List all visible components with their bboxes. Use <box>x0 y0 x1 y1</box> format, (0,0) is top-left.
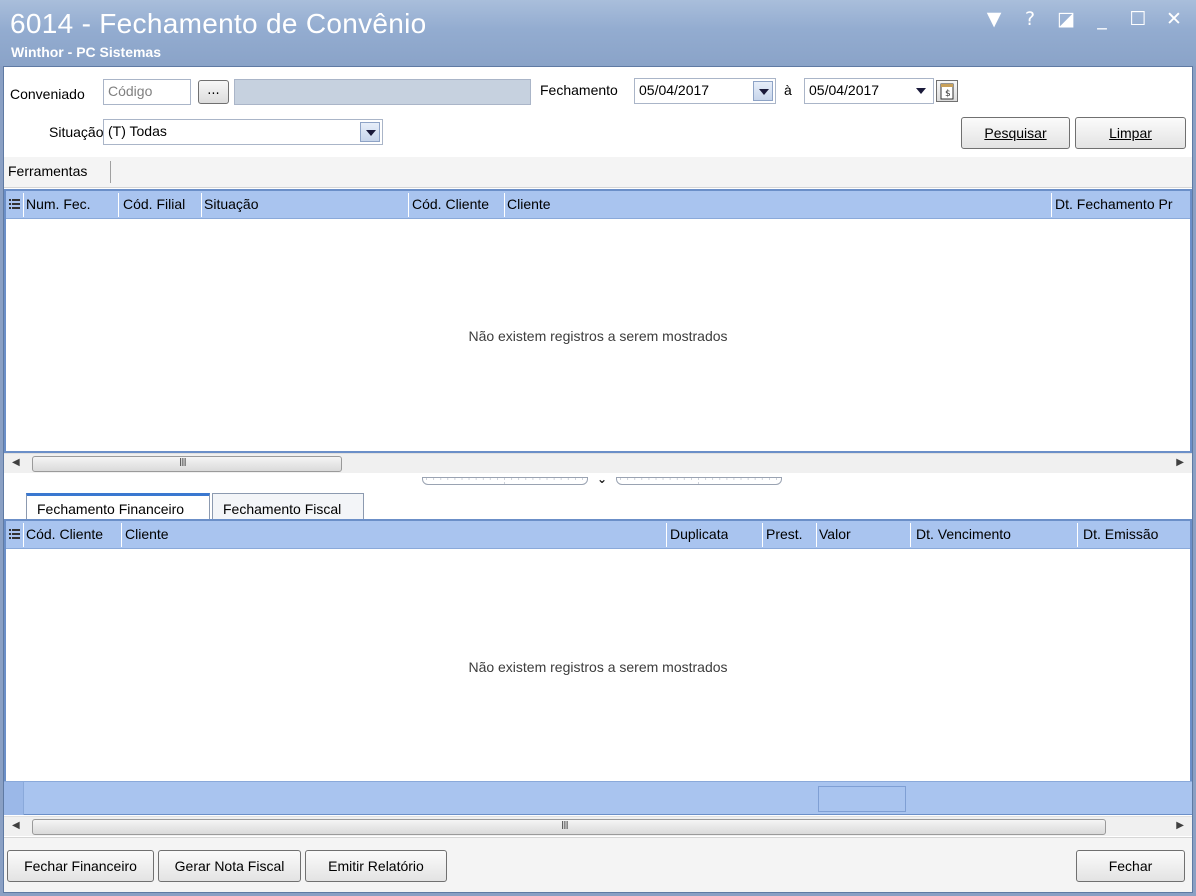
emitir-relatorio-button[interactable]: Emitir Relatório <box>305 850 447 882</box>
ferramentas-menu[interactable]: Ferramentas <box>8 163 87 179</box>
minimize-icon[interactable]: _ <box>1092 8 1112 30</box>
situacao-label: Situação <box>49 124 104 140</box>
splitter-grip-right: · · · · · · · · · · · · · · · · · · · · … <box>616 477 782 485</box>
summary-row <box>4 781 1192 815</box>
pesquisar-button[interactable]: Pesquisar <box>961 117 1070 149</box>
col-prest[interactable]: Prest. <box>766 526 803 542</box>
financeiro-grid-header: Cód. Cliente Cliente Duplicata Prest. Va… <box>6 521 1190 549</box>
top-horizontal-scrollbar[interactable]: ◀ III ▶ <box>4 453 1192 473</box>
limpar-button[interactable]: Limpar <box>1075 117 1186 149</box>
date-from-value: 05/04/2017 <box>639 82 710 98</box>
codigo-input[interactable]: Código <box>103 79 191 105</box>
column-chooser-icon[interactable] <box>9 198 20 211</box>
col-num-fec[interactable]: Num. Fec. <box>26 196 91 212</box>
conveniado-name-field <box>234 79 531 105</box>
limpar-label: Limpar <box>1109 125 1152 141</box>
fechar-financeiro-button[interactable]: Fechar Financeiro <box>7 850 154 882</box>
scroll-right-icon[interactable]: ▶ <box>1176 457 1184 468</box>
fechamento-label: Fechamento <box>540 82 618 98</box>
splitter-grip-left: · · · · · · · · · · · · · · · · · · · · … <box>422 477 588 485</box>
fechamentos-grid-header: Num. Fec. Cód. Filial Situação Cód. Clie… <box>6 191 1190 219</box>
bottom-horizontal-scrollbar[interactable]: ◀ III ▶ <box>4 816 1192 836</box>
col-dt-fechamento[interactable]: Dt. Fechamento Pr <box>1055 196 1190 212</box>
conveniado-label: Conveniado <box>10 86 85 102</box>
chevron-down-icon[interactable]: ⌄ <box>597 472 607 486</box>
summary-indicator-cell <box>4 782 24 815</box>
fechar-button[interactable]: Fechar <box>1076 850 1185 882</box>
date-from-picker[interactable]: 05/04/2017 <box>634 78 776 104</box>
svg-text:$: $ <box>945 89 951 99</box>
column-chooser-icon[interactable] <box>9 528 20 541</box>
client-area: Conveniado Código ... Fechamento 05/04/2… <box>3 66 1193 893</box>
window-title: 6014 - Fechamento de Convênio <box>10 8 427 39</box>
col-duplicata[interactable]: Duplicata <box>670 526 728 542</box>
menu-dropdown-icon[interactable]: ▼ <box>984 8 1004 30</box>
maximize-icon[interactable]: ☐ <box>1128 8 1148 30</box>
scroll-thumb[interactable]: III <box>32 456 342 472</box>
fechar-label: Fechar <box>1108 858 1153 874</box>
date-to-dropdown-icon[interactable] <box>911 81 931 101</box>
date-separator: à <box>784 82 792 98</box>
col-cliente[interactable]: Cliente <box>507 196 551 212</box>
tab-strip: Fechamento Financeiro Fechamento Fiscal <box>4 487 1192 521</box>
scroll-grip: III <box>179 456 187 469</box>
fechar-financeiro-label: Fechar Financeiro <box>24 858 137 874</box>
financeiro-grid[interactable]: Cód. Cliente Cliente Duplicata Prest. Va… <box>4 519 1192 815</box>
col-cod-cliente[interactable]: Cód. Cliente <box>412 196 489 212</box>
tool-strip: Ferramentas <box>4 157 1192 188</box>
situacao-value: (T) Todas <box>108 123 167 139</box>
fechamentos-grid[interactable]: Num. Fec. Cód. Filial Situação Cód. Clie… <box>4 189 1192 453</box>
scroll-left-icon[interactable]: ◀ <box>12 457 20 468</box>
close-icon[interactable]: ✕ <box>1164 8 1184 30</box>
toolbar-divider <box>110 161 111 183</box>
col-valor[interactable]: Valor <box>819 526 851 542</box>
situacao-dropdown-icon[interactable] <box>360 122 380 142</box>
tab-fechamento-fiscal[interactable]: Fechamento Fiscal <box>212 493 364 521</box>
date-from-dropdown-icon[interactable] <box>753 81 773 101</box>
date-to-value: 05/04/2017 <box>809 82 880 98</box>
scroll-thumb[interactable]: III <box>32 819 1106 835</box>
scroll-left-icon[interactable]: ◀ <box>12 820 20 831</box>
col-cod-cliente[interactable]: Cód. Cliente <box>26 526 103 542</box>
tab-fechamento-financeiro[interactable]: Fechamento Financeiro <box>26 493 210 521</box>
emitir-relatorio-label: Emitir Relatório <box>328 858 424 874</box>
calendar-icon[interactable]: $ <box>936 80 958 102</box>
action-bar: Fechar Financeiro Gerar Nota Fiscal Emit… <box>4 837 1192 892</box>
empty-message: Não existem registros a serem mostrados <box>468 659 728 675</box>
restore-icon[interactable]: ◪ <box>1056 8 1076 30</box>
empty-message: Não existem registros a serem mostrados <box>468 328 728 344</box>
col-cliente[interactable]: Cliente <box>125 526 169 542</box>
summary-valor-cell <box>818 786 906 812</box>
col-dt-vencimento[interactable]: Dt. Vencimento <box>916 526 1011 542</box>
app-window: 6014 - Fechamento de Convênio Winthor - … <box>0 0 1196 896</box>
gerar-nota-fiscal-button[interactable]: Gerar Nota Fiscal <box>158 850 301 882</box>
scroll-grip: III <box>561 819 569 832</box>
window-subtitle: Winthor - PC Sistemas <box>11 44 162 60</box>
window-controls: ▼ ? ◪ _ ☐ ✕ <box>984 8 1184 30</box>
situacao-select[interactable]: (T) Todas <box>103 119 383 145</box>
gerar-nota-fiscal-label: Gerar Nota Fiscal <box>174 858 285 874</box>
lookup-button[interactable]: ... <box>198 80 229 104</box>
filter-panel: Conveniado Código ... Fechamento 05/04/2… <box>4 67 1192 157</box>
pesquisar-label: Pesquisar <box>984 125 1047 141</box>
col-cod-filial[interactable]: Cód. Filial <box>123 196 185 212</box>
col-dt-emissao[interactable]: Dt. Emissão <box>1083 526 1158 542</box>
scroll-right-icon[interactable]: ▶ <box>1176 820 1184 831</box>
panel-splitter[interactable]: · · · · · · · · · · · · · · · · · · · · … <box>422 472 782 487</box>
help-icon[interactable]: ? <box>1020 8 1040 30</box>
title-bar[interactable]: 6014 - Fechamento de Convênio Winthor - … <box>0 0 1196 66</box>
col-situacao[interactable]: Situação <box>204 196 258 212</box>
date-to-picker[interactable]: 05/04/2017 <box>804 78 934 104</box>
